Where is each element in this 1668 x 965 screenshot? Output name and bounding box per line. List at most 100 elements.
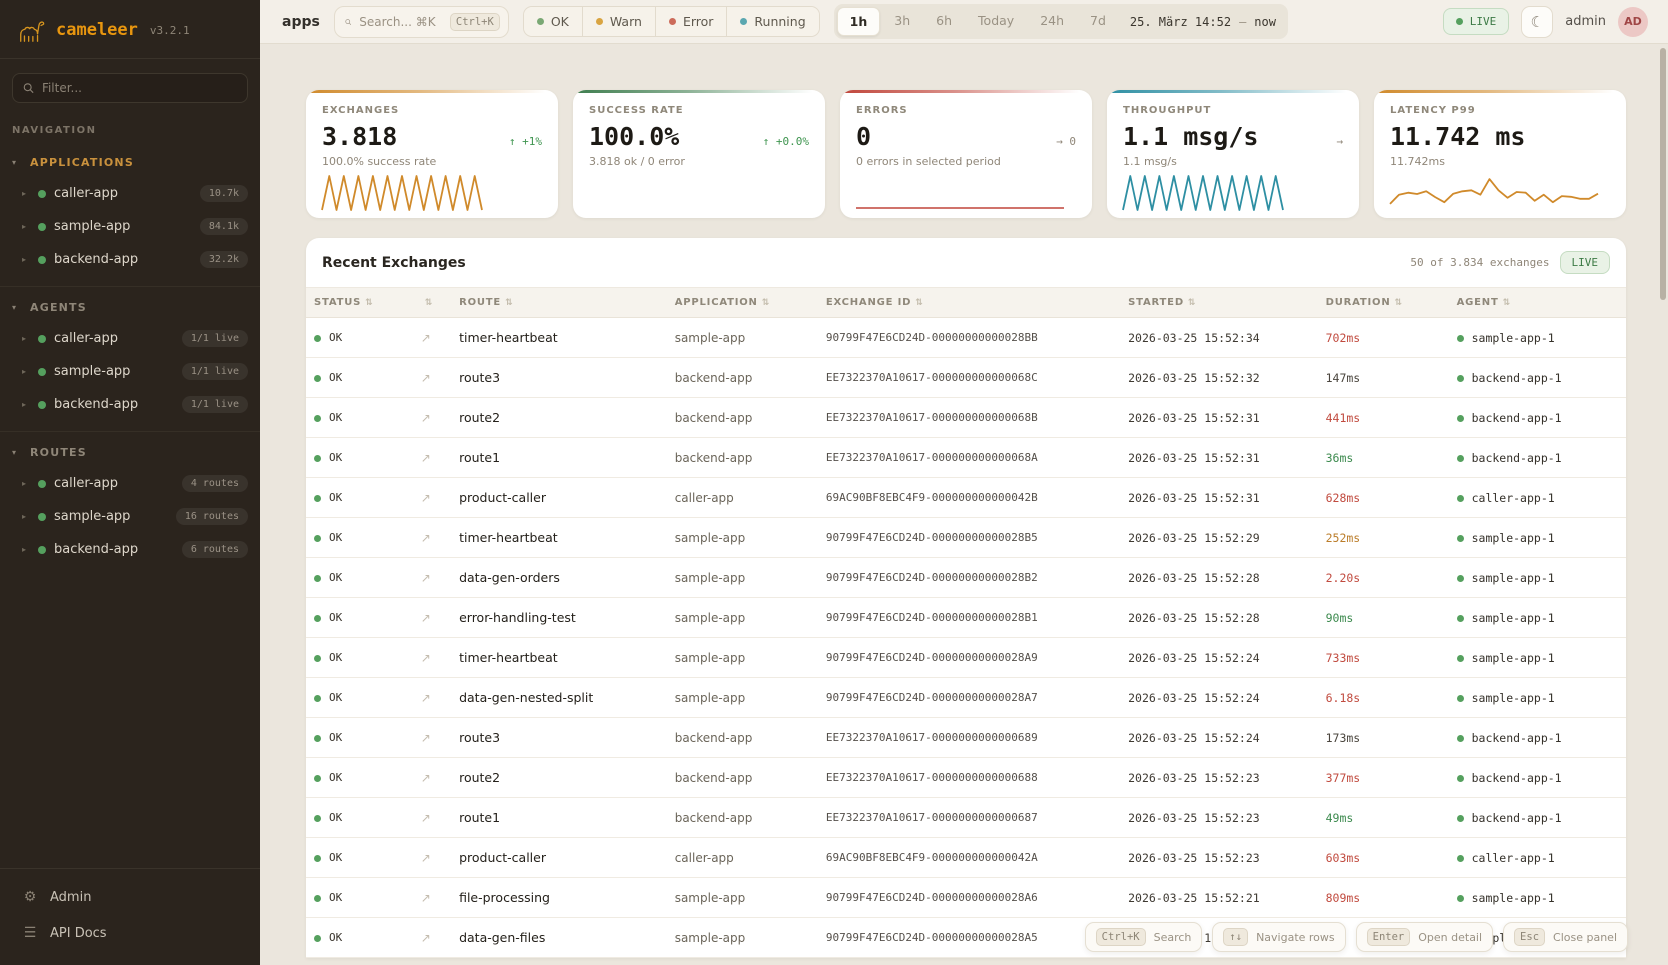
time-range-24h[interactable]: 24h <box>1028 7 1076 36</box>
table-row[interactable]: OK ↗ timer-heartbeat sample-app 90799F47… <box>306 638 1626 678</box>
sparkline-chart <box>316 170 536 212</box>
application-cell: sample-app <box>667 918 818 958</box>
sidebar-group-applications[interactable]: ▾ APPLICATIONS <box>0 148 260 177</box>
column-header-trend[interactable]: ⇅ <box>413 288 451 318</box>
exchange-id-cell: EE7322370A10617-0000000000000687 <box>818 798 1120 838</box>
column-header-application[interactable]: APPLICATION⇅ <box>667 288 818 318</box>
trend-cell[interactable]: ↗ <box>413 838 451 878</box>
sidebar-item-backend-app[interactable]: ▸ backend-app 32.2k <box>0 243 260 276</box>
agent-dot-icon <box>1457 655 1464 662</box>
status-cell: OK <box>306 438 413 478</box>
status-filter-warn[interactable]: Warn <box>583 7 656 36</box>
trend-cell[interactable]: ↗ <box>413 798 451 838</box>
global-search[interactable]: Ctrl+K <box>334 6 509 38</box>
table-row[interactable]: OK ↗ route1 backend-app EE7322370A10617-… <box>306 798 1626 838</box>
metric-label: ERRORS <box>856 105 1076 116</box>
sidebar-group-agents[interactable]: ▾ AGENTS <box>0 293 260 322</box>
sidebar-item-caller-app[interactable]: ▸ caller-app 4 routes <box>0 467 260 500</box>
app-root: cameleer v3.2.1 NAVIGATION ▾ APPLICATION… <box>0 0 1668 965</box>
theme-toggle-button[interactable]: ☾ <box>1521 6 1553 38</box>
chevron-right-icon: ▸ <box>22 255 30 264</box>
column-header-duration[interactable]: DURATION⇅ <box>1318 288 1449 318</box>
sidebar-group-routes[interactable]: ▾ ROUTES <box>0 438 260 467</box>
status-filter-ok[interactable]: OK <box>524 7 583 36</box>
table-row[interactable]: OK ↗ data-gen-nested-split sample-app 90… <box>306 678 1626 718</box>
table-row[interactable]: OK ↗ product-caller caller-app 69AC90BF8… <box>306 478 1626 518</box>
sidebar-filter[interactable] <box>12 73 248 103</box>
trend-cell[interactable]: ↗ <box>413 478 451 518</box>
trend-cell[interactable]: ↗ <box>413 758 451 798</box>
agent-cell: backend-app-1 <box>1449 718 1626 758</box>
trend-cell[interactable]: ↗ <box>413 558 451 598</box>
status-filter-error[interactable]: Error <box>656 7 727 36</box>
sidebar-item-sample-app[interactable]: ▸ sample-app 84.1k <box>0 210 260 243</box>
trend-arrow-icon: ↗ <box>421 491 431 505</box>
time-range-6h[interactable]: 6h <box>924 7 964 36</box>
table-row[interactable]: OK ↗ route3 backend-app EE7322370A10617-… <box>306 718 1626 758</box>
card-accent-bar <box>306 90 558 93</box>
table-row[interactable]: OK ↗ route2 backend-app EE7322370A10617-… <box>306 758 1626 798</box>
column-header-exchange-id[interactable]: EXCHANGE ID⇅ <box>818 288 1120 318</box>
trend-cell[interactable]: ↗ <box>413 718 451 758</box>
search-input[interactable] <box>359 15 442 29</box>
scrollbar-thumb[interactable] <box>1660 48 1666 300</box>
column-header-agent[interactable]: AGENT⇅ <box>1449 288 1626 318</box>
sidebar-item-caller-app[interactable]: ▸ caller-app 1/1 live <box>0 322 260 355</box>
sidebar-footer-admin[interactable]: ⚙ Admin <box>0 879 260 915</box>
time-from: 25. März 14:52 <box>1130 15 1231 29</box>
table-row[interactable]: OK ↗ data-gen-orders sample-app 90799F47… <box>306 558 1626 598</box>
list-icon: ☰ <box>22 925 38 941</box>
ok-dot-icon <box>314 375 321 382</box>
column-header-status[interactable]: STATUS⇅ <box>306 288 413 318</box>
chevron-right-icon: ▸ <box>22 545 30 554</box>
trend-cell[interactable]: ↗ <box>413 518 451 558</box>
sidebar-item-caller-app[interactable]: ▸ caller-app 10.7k <box>0 177 260 210</box>
trend-arrow-icon: ↗ <box>421 451 431 465</box>
status-dot-icon <box>38 513 46 521</box>
live-badge[interactable]: LIVE <box>1443 8 1510 35</box>
sidebar-item-backend-app[interactable]: ▸ backend-app 6 routes <box>0 533 260 566</box>
status-dot-icon <box>38 401 46 409</box>
trend-cell[interactable]: ↗ <box>413 918 451 958</box>
application-cell: caller-app <box>667 838 818 878</box>
time-range-1h[interactable]: 1h <box>837 7 881 36</box>
application-cell: sample-app <box>667 638 818 678</box>
sidebar-item-sample-app[interactable]: ▸ sample-app 1/1 live <box>0 355 260 388</box>
trend-cell[interactable]: ↗ <box>413 598 451 638</box>
trend-cell[interactable]: ↗ <box>413 398 451 438</box>
table-row[interactable]: OK ↗ timer-heartbeat sample-app 90799F47… <box>306 318 1626 358</box>
chevron-right-icon: ▸ <box>22 334 30 343</box>
trend-cell[interactable]: ↗ <box>413 638 451 678</box>
trend-cell[interactable]: ↗ <box>413 678 451 718</box>
table-row[interactable]: OK ↗ error-handling-test sample-app 9079… <box>306 598 1626 638</box>
search-icon <box>345 16 351 28</box>
trend-cell[interactable]: ↗ <box>413 878 451 918</box>
trend-cell[interactable]: ↗ <box>413 318 451 358</box>
sidebar-item-sample-app[interactable]: ▸ sample-app 16 routes <box>0 500 260 533</box>
trend-cell[interactable]: ↗ <box>413 438 451 478</box>
time-range-today[interactable]: Today <box>966 7 1026 36</box>
table-row[interactable]: OK ↗ route3 backend-app EE7322370A10617-… <box>306 358 1626 398</box>
table-row[interactable]: OK ↗ route1 backend-app EE7322370A10617-… <box>306 438 1626 478</box>
trend-arrow-icon: ↗ <box>421 531 431 545</box>
table-row[interactable]: OK ↗ route2 backend-app EE7322370A10617-… <box>306 398 1626 438</box>
sidebar-footer-api-docs[interactable]: ☰ API Docs <box>0 915 260 951</box>
card-accent-bar <box>840 90 1092 93</box>
table-row[interactable]: OK ↗ file-processing sample-app 90799F47… <box>306 878 1626 918</box>
table-row[interactable]: OK ↗ timer-heartbeat sample-app 90799F47… <box>306 518 1626 558</box>
metric-delta: → <box>1336 135 1343 148</box>
time-range-3h[interactable]: 3h <box>882 7 922 36</box>
trend-cell[interactable]: ↗ <box>413 358 451 398</box>
status-filter-running[interactable]: Running <box>727 7 818 36</box>
ok-dot-icon <box>314 575 321 582</box>
column-header-started[interactable]: STARTED⇅ <box>1120 288 1317 318</box>
time-range-7d[interactable]: 7d <box>1078 7 1118 36</box>
avatar[interactable]: AD <box>1618 7 1648 37</box>
sidebar-group: ▾ APPLICATIONS ▸ caller-app 10.7k ▸ samp… <box>0 142 260 287</box>
table-row[interactable]: OK ↗ product-caller caller-app 69AC90BF8… <box>306 838 1626 878</box>
column-header-route[interactable]: ROUTE⇅ <box>451 288 667 318</box>
sidebar-item-backend-app[interactable]: ▸ backend-app 1/1 live <box>0 388 260 421</box>
keyboard-hint-navigate-rows: ↑↓ Navigate rows <box>1212 922 1345 952</box>
hint-label: Navigate rows <box>1256 931 1335 944</box>
filter-input[interactable] <box>42 81 237 95</box>
